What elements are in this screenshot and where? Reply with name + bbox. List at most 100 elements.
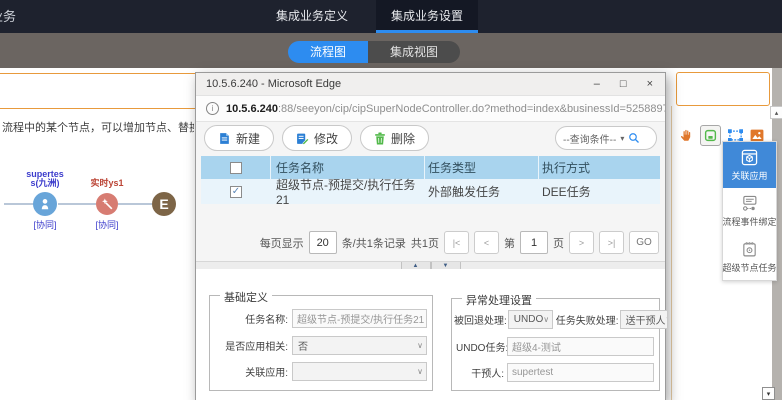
- node1-label-line2: s(九洲): [13, 179, 77, 188]
- flow-diagram-toggle[interactable]: 流程图: [288, 41, 368, 63]
- top-nav-bar: 业务 集成业务定义 集成业务设置: [0, 0, 782, 33]
- info-icon[interactable]: i: [206, 102, 219, 115]
- chevron-down-icon: ∨: [417, 367, 423, 376]
- wand-icon: [101, 198, 114, 211]
- rollback-value: UNDO: [514, 314, 543, 325]
- page-suffix-label: 页: [553, 235, 564, 251]
- panel-item-event-binding[interactable]: 流程事件绑定: [723, 188, 776, 234]
- delete-button-label: 删除: [391, 130, 415, 147]
- new-file-icon: [218, 132, 231, 145]
- app-related-select[interactable]: 否∨: [292, 336, 427, 355]
- panel-item-linked-app[interactable]: 关联应用: [723, 142, 776, 188]
- modify-button[interactable]: 修改: [282, 125, 352, 151]
- search-icon[interactable]: [628, 132, 640, 144]
- page-number-input[interactable]: 1: [520, 231, 548, 254]
- close-icon[interactable]: ×: [647, 79, 653, 90]
- prev-page-button[interactable]: <: [474, 231, 499, 254]
- per-page-label: 每页显示: [260, 235, 304, 251]
- person-icon: [38, 197, 52, 211]
- scroll-up-arrow[interactable]: ▴: [770, 106, 782, 119]
- row-checkbox[interactable]: ✓: [230, 186, 242, 198]
- page-prefix-label: 第: [504, 235, 515, 251]
- chevron-down-icon: ∨: [543, 315, 549, 324]
- first-page-button[interactable]: |<: [444, 231, 469, 254]
- minimize-icon[interactable]: –: [594, 79, 600, 90]
- new-button-label: 新建: [236, 130, 260, 147]
- fail-select[interactable]: 送干预人∨: [620, 310, 668, 329]
- tab-integration-settings[interactable]: 集成业务设置: [376, 0, 478, 33]
- linked-app-select[interactable]: ∨: [292, 362, 427, 381]
- page-size-input[interactable]: 20: [309, 231, 337, 254]
- select-all-cell: [201, 156, 271, 179]
- flow-edge: [118, 203, 152, 205]
- supervisor-input[interactable]: supertest: [507, 363, 654, 382]
- app-related-label: 是否应用相关:: [214, 338, 288, 353]
- linked-app-icon: [741, 149, 758, 166]
- tab-integration-definition[interactable]: 集成业务定义: [262, 0, 362, 33]
- selection-highlight-left: [0, 73, 196, 109]
- select-all-checkbox[interactable]: [230, 162, 242, 174]
- integration-view-toggle[interactable]: 集成视图: [368, 41, 460, 63]
- cell-task-type: 外部触发任务: [425, 179, 539, 204]
- clipped-nav-label[interactable]: 业务: [0, 0, 16, 33]
- go-button[interactable]: GO: [629, 231, 659, 254]
- node1-label: supertes s(九洲): [13, 170, 77, 188]
- new-button[interactable]: 新建: [204, 125, 274, 151]
- url-host: 10.5.6.240: [226, 103, 278, 115]
- sub-header-band: 流程图 集成视图: [0, 33, 782, 68]
- delete-button[interactable]: 删除: [360, 125, 429, 151]
- view-toggle: 流程图 集成视图: [288, 41, 460, 63]
- cell-task-name: 超级节点-预提交/执行任务21: [271, 179, 425, 204]
- fail-value: 送干预人: [626, 312, 666, 327]
- next-page-button[interactable]: >: [569, 231, 594, 254]
- panel-item-supernode-task[interactable]: 超级节点任务: [723, 234, 776, 280]
- linked-app-label: 关联应用:: [214, 364, 288, 379]
- node1-sublabel: [协同]: [25, 218, 65, 231]
- popup-title: 10.5.6.240 - Microsoft Edge: [206, 78, 594, 90]
- supernode-task-icon: [741, 241, 758, 258]
- table-row[interactable]: ✓ 超级节点-预提交/执行任务21 外部触发任务 DEE任务: [201, 179, 660, 204]
- rollback-label: 被回退处理:: [454, 312, 507, 327]
- window-controls: – □ ×: [594, 79, 653, 90]
- edge-popup-window: 10.5.6.240 - Microsoft Edge – □ × i 10.5…: [195, 72, 666, 400]
- exception-settings-fieldset: 异常处理设置 被回退处理: UNDO∨ 任务失败处理: 送干预人∨ UNDO任务…: [451, 298, 660, 391]
- maximize-icon[interactable]: □: [620, 79, 627, 90]
- scroll-down-arrow[interactable]: ▾: [762, 387, 775, 400]
- flow-node-event[interactable]: [96, 193, 118, 215]
- popup-url-bar[interactable]: i 10.5.6.240 :88/seeyon/cip/cipSuperNode…: [196, 96, 665, 122]
- node-config-panel: 关联应用 流程事件绑定 超级节点任务: [722, 141, 777, 281]
- supervisor-label: 干预人:: [456, 365, 504, 380]
- chevron-down-icon: ∨: [417, 341, 423, 350]
- popup-toolbar: 新建 修改 删除 --查询条件-- ▾: [196, 122, 665, 154]
- undo-task-input[interactable]: 超级4-测试: [507, 337, 654, 356]
- popup-titlebar[interactable]: 10.5.6.240 - Microsoft Edge – □ ×: [196, 73, 665, 96]
- trash-icon: [374, 132, 386, 145]
- flow-node-person[interactable]: [33, 192, 57, 216]
- detail-form-area: 基础定义 任务名称: 超级节点-预提交/执行任务21 是否应用相关: 否∨ 关联…: [196, 269, 665, 400]
- node2-label: 实时ys1: [77, 179, 137, 188]
- query-condition-select[interactable]: --查询条件-- ▾: [555, 126, 657, 150]
- main-canvas: 流程中的某个节点，可以增加节点、替换或删除当前节点、复制当 supertes s…: [0, 68, 782, 400]
- pan-hand-icon[interactable]: [678, 128, 694, 144]
- undo-task-label: UNDO任务:: [456, 339, 504, 354]
- total-pages-label: 共1页: [411, 235, 439, 251]
- canvas-right-divider: [671, 106, 672, 400]
- header-exec-mode: 执行方式: [539, 156, 660, 179]
- url-path: :88/seeyon/cip/cipSuperNodeController.do…: [278, 103, 665, 115]
- node-tool-icon[interactable]: [700, 125, 721, 146]
- last-page-button[interactable]: >|: [599, 231, 624, 254]
- basic-definition-fieldset: 基础定义 任务名称: 超级节点-预提交/执行任务21 是否应用相关: 否∨ 关联…: [209, 295, 433, 391]
- flow-edge: [4, 203, 34, 205]
- selection-highlight-right: [676, 72, 770, 106]
- row-check-cell: ✓: [201, 179, 271, 204]
- chevron-down-icon: ▾: [620, 134, 624, 143]
- event-binding-icon: [741, 195, 758, 212]
- flow-node-end[interactable]: E: [152, 192, 176, 216]
- pagination-bar: 每页显示 20 条/共1条记录 共1页 |< < 第 1 页 > >| GO: [196, 231, 659, 254]
- records-label: 条/共1条记录: [342, 235, 406, 251]
- basic-definition-legend: 基础定义: [220, 289, 272, 305]
- task-name-input[interactable]: 超级节点-预提交/执行任务21: [292, 309, 427, 328]
- query-condition-label: --查询条件--: [563, 131, 616, 146]
- rollback-select[interactable]: UNDO∨: [508, 310, 553, 329]
- task-table: 任务名称 任务类型 执行方式 ✓ 超级节点-预提交/执行任务21 外部触发任务 …: [201, 156, 660, 204]
